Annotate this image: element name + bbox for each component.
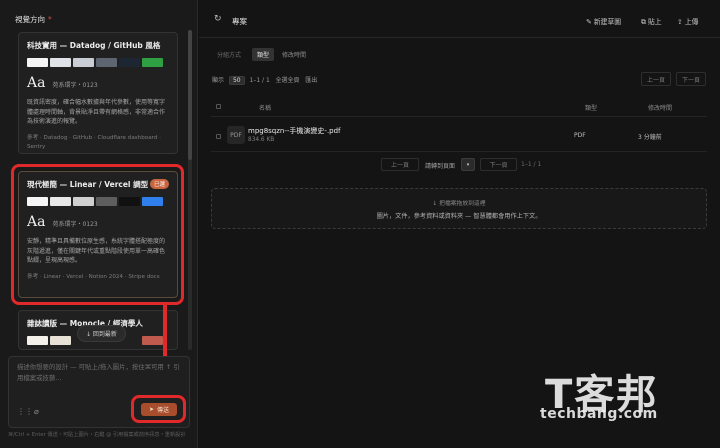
upload-button[interactable]: ⇪ 上傳 [677,16,698,26]
panel-title: 視覺方向 * [15,14,52,25]
panel-scrollbar[interactable] [188,30,192,350]
file-modified: 3 分鐘前 [638,134,662,141]
display-range: 1–1 / 1 [249,77,270,84]
row-checkbox[interactable] [216,134,221,139]
annotation-highlight-box [11,164,184,305]
prompt-placeholder: 描述你想要的設計 — 可貼上/拖入圖片，按住⌘可用 ↑ 引用檔案或技藝… [17,363,180,382]
select-all-checkbox[interactable] [216,104,221,109]
prev-page-button[interactable]: 上一頁 [641,72,671,86]
dropzone-subtitle: 圖片，文件，參考資料或資料夾 — 智慧體都會用作上下文。 [376,213,542,220]
header-divider [211,116,707,117]
upload-icon: ⇪ [677,18,685,26]
pencil-icon: ✎ [586,18,594,26]
page-size-select[interactable]: 50 [228,76,245,85]
display-label: 顯示 [212,77,225,84]
column-header-type[interactable]: 類型 [585,103,597,112]
color-swatch [119,58,140,67]
paperclip-icon[interactable]: ⌀ [34,407,39,416]
required-mark: * [48,15,52,24]
file-size: 834.6 KB [248,137,275,143]
font-preview: Aa 苑系環字・0123 [27,75,169,91]
refresh-icon[interactable]: ↻ [214,14,222,24]
design-direction-panel: 視覺方向 * 科技實用 — Datadog / GitHub 風格 Aa 苑系環字… [0,0,198,448]
prev-page-button-bottom[interactable]: 上一頁 [381,158,419,171]
breadcrumb-project[interactable]: 專案 [232,16,247,27]
group-by-label: 分組方式 [217,52,242,59]
panel-title-text: 視覺方向 [15,15,45,24]
goto-page-select[interactable]: ▾ [461,158,475,171]
card-title: 科技實用 — Datadog / GitHub 風格 [27,41,161,50]
color-swatch [96,58,117,67]
column-header-modified[interactable]: 修改時間 [648,103,672,112]
files-toolbar: ↻ 專案 ✎ 新建草圖 ⧉ 貼上 ⇪ 上傳 [199,0,720,38]
new-sketch-label: 新建草圖 [593,18,622,26]
paste-label: 貼上 [648,18,662,26]
tab-modified[interactable]: 修改時間 [277,48,311,61]
color-swatch [73,58,94,67]
goto-page-label: 請轉到頁面 [425,163,456,170]
pager-range: 1–1 / 1 [521,161,542,168]
settings-sliders-icon[interactable]: ⋮⋮ [17,407,33,416]
next-page-button-bottom[interactable]: 下一頁 [480,158,517,171]
font-description: 苑系環字・0123 [52,82,98,89]
display-controls: 顯示 50 1–1 / 1 全選全頁 匯出 [212,75,317,85]
card-description: 既資訊密度，確合幅水數據與年代參數，使用等寬字體處理時間軸，背景貼淨且帶有網格感… [27,99,166,125]
direction-card-tech[interactable]: 科技實用 — Datadog / GitHub 風格 Aa 苑系環字・0123 … [18,32,178,154]
color-swatch [142,58,163,67]
color-swatches [27,58,169,67]
select-all-link[interactable]: 全選全頁 [276,77,300,84]
next-page-button[interactable]: 下一頁 [676,72,706,86]
color-swatch [27,58,48,67]
paste-button[interactable]: ⧉ 貼上 [641,16,662,27]
color-swatch [142,336,163,345]
export-link[interactable]: 匯出 [305,77,317,84]
color-swatch [50,58,71,67]
upload-label: 上傳 [684,18,699,26]
scrollbar-thumb[interactable] [188,30,192,160]
group-by-filter: 分組方式 類型 修改時間 [211,47,394,61]
file-type: PDF [574,132,586,139]
column-header-name[interactable]: 名稱 [259,103,271,112]
dropzone-title: ↓ 把檔案拖放到這裡 [432,201,486,207]
file-dropzone[interactable]: ↓ 把檔案拖放到這裡 圖片，文件，參考資料或資料夾 — 智慧體都會用作上下文。 [211,188,707,229]
annotation-send-highlight [131,395,186,423]
shortcut-hint: ⌘/Ctrl + Enter 傳送・可貼上圖片・右鍵 @ 引用檔案或前序訊息・重… [8,432,186,438]
watermark-site: techbang.com [540,406,658,422]
tab-type[interactable]: 類型 [252,48,275,61]
color-swatch [27,336,48,345]
pdf-file-icon: PDF [227,126,245,144]
file-name[interactable]: mpg8sqzn--手機演變史-.pdf [248,126,341,136]
row-divider [211,151,707,152]
color-swatch [50,336,71,345]
clipboard-icon: ⧉ [641,18,649,26]
font-sample: Aa [27,75,46,91]
card-references: 參考 · Datadog · GitHub · Cloudflare dashb… [27,134,161,150]
back-to-latest-button[interactable]: ↓ 回到最新 [77,325,126,342]
new-sketch-button[interactable]: ✎ 新建草圖 [586,16,621,26]
